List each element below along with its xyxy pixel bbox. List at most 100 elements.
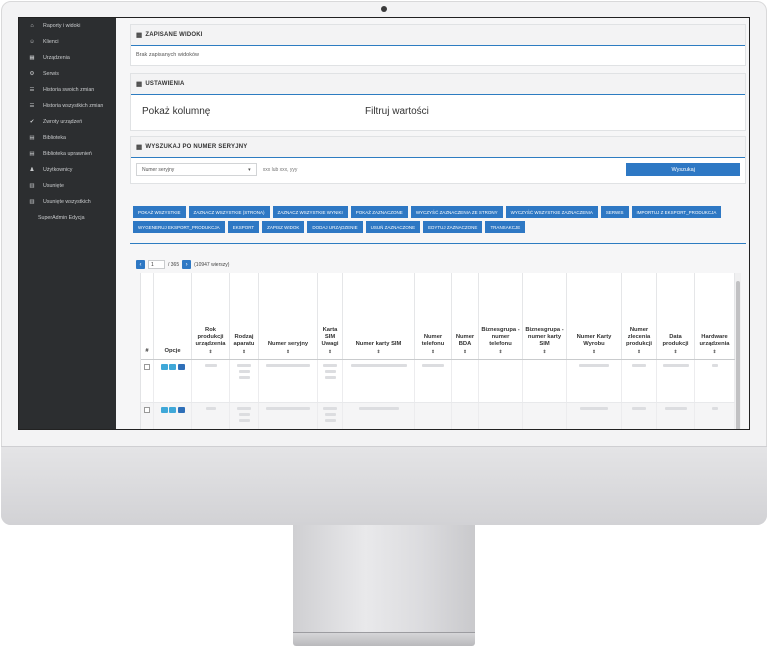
column-header[interactable]: Numer Karty Wyrobu ⇕ — [566, 273, 622, 360]
sort-icon[interactable]: ⇕ — [320, 348, 340, 355]
sort-icon[interactable]: ⇕ — [194, 348, 227, 355]
column-header[interactable]: Rodzaj aparatu ⇕ — [229, 273, 259, 360]
action-button[interactable]: WYCZYŚĆ WSZYSTKIE ZAZNACZENIA — [505, 206, 598, 218]
column-header[interactable]: Numer seryjny ⇕ — [258, 273, 318, 360]
sidebar-item[interactable]: ⚙ Serwis — [19, 66, 116, 82]
sort-icon[interactable]: ⇕ — [345, 348, 412, 355]
info-icon[interactable] — [177, 406, 185, 413]
redacted-value — [323, 363, 337, 367]
column-header[interactable]: Rok produkcji urządzenia ⇕ — [191, 273, 230, 360]
table-row[interactable] — [141, 402, 735, 429]
sidebar-item[interactable]: ☰ Historia swoich zmian — [19, 82, 116, 98]
table-scrollbar[interactable] — [735, 273, 741, 429]
search-field-select[interactable]: Numer seryjny ▾ — [136, 163, 257, 176]
grid-icon: ▦ — [29, 55, 35, 61]
filter-values-toggle[interactable]: Filtruj wartości — [365, 106, 429, 117]
row-checkbox[interactable] — [144, 406, 150, 413]
action-button[interactable]: DODAJ URZĄDZENIE — [307, 221, 363, 233]
list-icon: ☰ — [29, 103, 35, 109]
sidebar-list: ⌂ Raporty i widoki ☺ Klienci ▦ Urządzenia ⚙ Ser… — [19, 18, 116, 210]
column-header[interactable]: Biznesgrupa - numer karty SIM ⇕ — [522, 273, 567, 360]
trash-icon: ▥ — [29, 183, 35, 189]
column-header[interactable]: Hardware urządzenia ⇕ — [694, 273, 735, 360]
table-row[interactable] — [141, 359, 735, 403]
sort-icon[interactable]: ⇕ — [525, 348, 564, 355]
sidebar-item[interactable]: ▤ Biblioteka uprawnień — [19, 146, 116, 162]
action-button[interactable]: ZAPISZ WIDOK — [262, 221, 305, 233]
table-cell — [451, 402, 479, 429]
sidebar-item[interactable]: ▦ Urządzenia — [19, 50, 116, 66]
redacted-value — [238, 418, 250, 422]
column-header[interactable]: Data produkcji ⇕ — [656, 273, 695, 360]
page-total: / 365 — [168, 261, 180, 268]
column-header: Opcje — [153, 273, 192, 360]
column-header: # — [141, 273, 154, 360]
edit-icon[interactable] — [169, 406, 176, 413]
sort-icon[interactable]: ⇕ — [454, 348, 476, 355]
serial-search-input[interactable] — [260, 163, 619, 176]
sidebar-item[interactable]: ⌂ Raporty i widoki — [19, 18, 116, 34]
action-button[interactable]: WYGENERUJ EKSPORT_PRODUKCJA — [133, 221, 225, 233]
redacted-value — [238, 375, 250, 379]
column-header[interactable]: Numer zlecenia produkcji ⇕ — [621, 273, 657, 360]
action-button[interactable]: ZAZNACZ WSZYSTKIE WYNIKI — [272, 206, 348, 218]
pagination: ‹ 1 / 365 › (10947 wierszy) — [136, 260, 229, 269]
sort-icon[interactable]: ⇕ — [624, 348, 654, 355]
sort-icon[interactable]: ⇕ — [697, 348, 732, 355]
sort-icon[interactable]: ⇕ — [232, 348, 256, 355]
search-button[interactable]: Wyszukaj — [626, 163, 740, 176]
column-header-label: Rodzaj aparatu — [233, 333, 255, 347]
saved-views-panel: ▦ ZAPISANE WIDOKI Brak zapisanych widokó… — [130, 24, 746, 66]
info-icon[interactable] — [177, 363, 185, 370]
page-number-input[interactable]: 1 — [148, 260, 165, 269]
saved-views-title: ZAPISANE WIDOKI — [145, 32, 203, 38]
view-icon[interactable] — [160, 406, 168, 413]
row-checkbox[interactable] — [144, 363, 150, 370]
next-page-button[interactable]: › — [182, 260, 192, 269]
column-header[interactable]: Numer BDA ⇕ — [451, 273, 479, 360]
sidebar-item[interactable]: ▥ Usunięte wszystkich — [19, 194, 116, 210]
monitor-foot — [293, 633, 475, 646]
column-header[interactable]: Numer karty SIM ⇕ — [342, 273, 415, 360]
table-cell — [694, 402, 735, 429]
rows-count: (10947 wierszy) — [194, 261, 230, 268]
sidebar-item[interactable]: ☺ Klienci — [19, 34, 116, 50]
sidebar-item[interactable]: ▤ Biblioteka — [19, 130, 116, 146]
scrollbar-thumb[interactable] — [736, 281, 740, 429]
action-button[interactable]: SERWIS — [600, 206, 629, 218]
sort-icon[interactable]: ⇕ — [261, 348, 315, 355]
sidebar-item[interactable]: ♟ Użytkownicy — [19, 162, 116, 178]
redacted-value — [324, 418, 336, 422]
sort-icon[interactable]: ⇕ — [659, 348, 692, 355]
sidebar-item[interactable]: ▥ Usunięte — [19, 178, 116, 194]
sidebar: ⌂ Raporty i widoki ☺ Klienci ▦ Urządzenia ⚙ Ser… — [19, 18, 116, 429]
sidebar-item[interactable]: ☰ Historia wszystkich zmian — [19, 98, 116, 114]
grid-icon: ▦ — [136, 81, 143, 88]
superadmin-edit-link[interactable]: SuperAdmin Edycja — [19, 210, 116, 226]
sidebar-item-label: Biblioteka — [43, 135, 66, 141]
action-button[interactable]: USUŃ ZAZNACZONE — [365, 221, 421, 233]
show-columns-toggle[interactable]: Pokaż kolumnę — [142, 106, 365, 117]
trash-icon: ▥ — [29, 199, 35, 205]
edit-icon[interactable] — [169, 363, 176, 370]
action-button[interactable]: ZAZNACZ WSZYSTKIE (STRONA) — [188, 206, 270, 218]
sidebar-item[interactable]: ✔ Zwroty urządzeń — [19, 114, 116, 130]
column-header[interactable]: Biznesgrupa - numer telefonu ⇕ — [478, 273, 523, 360]
column-header[interactable]: Numer telefonu ⇕ — [414, 273, 452, 360]
view-icon[interactable] — [160, 363, 168, 370]
check-icon: ✔ — [29, 119, 35, 125]
sort-icon[interactable]: ⇕ — [569, 348, 619, 355]
action-button[interactable]: IMPORTUJ Z EKSPORT_PRODUKCJA — [631, 206, 722, 218]
action-button[interactable]: EDYTUJ ZAZNACZONE — [423, 221, 483, 233]
table-cell — [478, 402, 523, 429]
sort-icon[interactable]: ⇕ — [481, 348, 520, 355]
action-button[interactable]: POKAŻ WSZYSTKIE — [133, 206, 186, 218]
action-button[interactable]: POKAŻ ZAZNACZONE — [350, 206, 408, 218]
redacted-value — [237, 363, 251, 367]
action-button[interactable]: TRANSAKCJE — [485, 221, 526, 233]
prev-page-button[interactable]: ‹ — [136, 260, 145, 269]
column-header[interactable]: Karta SIM Uwagi ⇕ — [317, 273, 343, 360]
sort-icon[interactable]: ⇕ — [417, 348, 449, 355]
action-button[interactable]: WYCZYŚĆ ZAZNACZENIA ZE STRONY — [410, 206, 503, 218]
action-button[interactable]: EKSPORT — [227, 221, 260, 233]
